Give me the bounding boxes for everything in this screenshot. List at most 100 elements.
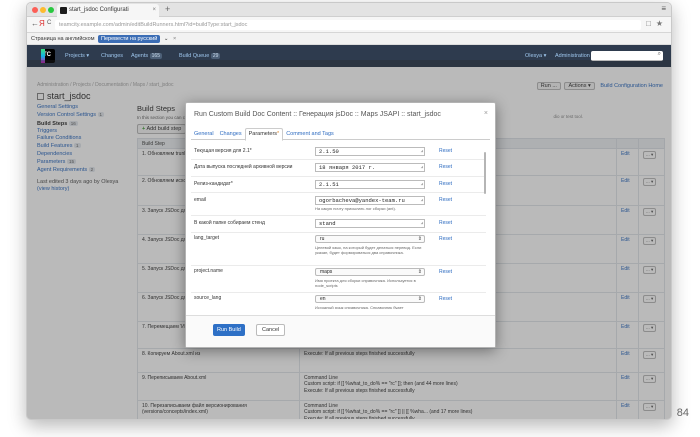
tab-comment-and-tags[interactable]: Comment and Tags (283, 129, 337, 140)
page-number: 84 (676, 407, 689, 419)
parameter-hint: На какую почту присылать лог сборки (ant… (315, 206, 396, 211)
reset-link[interactable]: Reset (439, 296, 452, 302)
address-bar: ← Я C teamcity.example.com/admin/editBui… (27, 17, 671, 33)
dialog-footer: Run Build Cancel (186, 315, 495, 347)
parameter-input[interactable]: ogorbacheva@yandex-team.ru ◢ (315, 196, 425, 205)
parameter-input[interactable]: 18 января 2017 г. ◢ (315, 163, 425, 172)
parameter-row: project.name maps ⇕ Имя проекта для сборки … (191, 266, 486, 293)
dialog-title: Run Custom Build Doc Content :: Генераци… (194, 111, 441, 118)
parameter-hint: Имя проекта для сборки справочника. Испо… (315, 278, 416, 289)
parameter-value: 2.1.50 (319, 148, 339, 155)
parameter-value: en (320, 296, 326, 302)
parameter-label: lang_target (194, 235, 220, 241)
reset-link[interactable]: Reset (439, 148, 452, 154)
run-build-button[interactable]: Run Build (213, 324, 245, 336)
tab-label: General (194, 131, 214, 137)
parameters-scrollbar[interactable] (484, 152, 486, 194)
tab-close-icon[interactable]: × (152, 4, 156, 17)
reset-link[interactable]: Reset (439, 181, 452, 187)
run-custom-build-dialog: Run Custom Build Doc Content :: Генераци… (185, 102, 496, 348)
parameter-label: project.name (194, 268, 223, 274)
parameter-row: Дата выпуска последней архивной версии 18… (191, 160, 486, 177)
user-menu[interactable]: Olesya ▾ (525, 53, 546, 59)
parameter-label: email (194, 197, 206, 203)
translate-button[interactable]: Перевести на русский (98, 35, 161, 43)
resize-handle-icon[interactable]: ◢ (421, 150, 423, 155)
reload-icon[interactable]: C (47, 20, 51, 26)
queue-count-badge: 29 (210, 53, 221, 59)
modified-marker: * (277, 131, 280, 137)
parameter-select[interactable]: en ⇕ (315, 295, 425, 303)
browser-tab[interactable]: start_jsdoc Configurati × (57, 4, 159, 17)
parameter-value: maps (320, 269, 333, 275)
tab-general[interactable]: General (191, 129, 217, 140)
tab-changes[interactable]: Changes (217, 129, 245, 140)
parameter-value: 18 января 2017 г. (319, 164, 376, 171)
close-icon[interactable]: × (484, 110, 488, 117)
parameter-select[interactable]: ru ⇕ (315, 235, 425, 243)
parameter-row: Текущая версия для 2.1* 2.1.50 ◢ Reset (191, 144, 486, 160)
browser-tab-bar: start_jsdoc Configurati × + ≡ (27, 3, 671, 17)
nav-changes[interactable]: Changes (101, 53, 123, 59)
url-field[interactable]: teamcity.example.com/admin/editBuildRunn… (55, 20, 641, 30)
reset-link[interactable]: Reset (439, 269, 452, 275)
reset-link[interactable]: Reset (439, 197, 452, 203)
bookmark-star-icon[interactable]: ★ (656, 19, 663, 28)
translate-options-icon[interactable]: ⌄ (164, 36, 169, 42)
parameter-row: В какой папке собираем стенд stand ◢ Reset (191, 216, 486, 233)
parameter-value: ru (320, 236, 325, 242)
parameter-row: lang_target ru ⇕ Целевой язык, на который б… (191, 233, 486, 266)
nav-administration[interactable]: Administration (555, 53, 590, 59)
back-icon[interactable]: ← (31, 19, 39, 28)
parameter-select[interactable]: maps ⇕ (315, 268, 425, 276)
reset-link[interactable]: Reset (439, 164, 452, 170)
tab-title: start_jsdoc Configurati (69, 7, 129, 13)
resize-handle-icon[interactable]: ◢ (421, 166, 423, 171)
tab-label: Comment and Tags (286, 131, 334, 137)
nav-agents[interactable]: Agents 165 (131, 53, 162, 59)
parameter-value: stand (319, 220, 336, 227)
yandex-icon[interactable]: Я (39, 19, 45, 28)
browser-menu-icon[interactable]: ≡ (661, 4, 666, 13)
reset-link[interactable]: Reset (439, 220, 452, 226)
parameter-hint: Исходный язык справочника. Справочник бу… (315, 305, 404, 309)
parameter-label: В какой папке собираем стенд (194, 220, 265, 226)
translate-close-icon[interactable]: × (173, 36, 176, 42)
parameter-input[interactable]: 2.1.50 ◢ (315, 147, 425, 156)
select-arrows-icon: ⇕ (417, 236, 422, 242)
maximize-window-button[interactable] (48, 7, 54, 13)
parameter-label: Текущая версия для 2.1* (194, 148, 252, 154)
parameter-hint: Целевой язык, на который будет делаться … (315, 245, 422, 256)
parameter-row: Релиз-кандидат* 2.1.51 ◢ Reset (191, 177, 486, 193)
extension-icon[interactable]: □ (646, 19, 651, 28)
resize-handle-icon[interactable]: ◢ (421, 199, 423, 204)
chevron-down-icon: ▾ (543, 53, 547, 59)
minimize-window-button[interactable] (40, 7, 46, 13)
new-tab-button[interactable]: + (165, 3, 170, 16)
select-arrows-icon: ⇕ (417, 296, 422, 302)
parameter-value: 2.1.51 (319, 181, 339, 188)
teamcity-favicon-icon (60, 7, 67, 14)
tab-parameters[interactable]: Parameters* (244, 128, 284, 141)
parameter-label: Релиз-кандидат* (194, 181, 233, 187)
parameters-panel: Текущая версия для 2.1* 2.1.50 ◢ Reset Дата … (191, 144, 486, 309)
parameter-input[interactable]: stand ◢ (315, 219, 425, 228)
nav-projects[interactable]: Projects ▾ (65, 53, 89, 59)
tab-label: Changes (219, 131, 242, 137)
tab-label: Parameters (248, 131, 278, 137)
parameter-label: source_lang (194, 295, 222, 301)
translate-bar: Страница на английском Перевести на русс… (27, 33, 671, 45)
agents-count-badge: 165 (149, 53, 162, 59)
cancel-button[interactable]: Cancel (256, 324, 286, 336)
resize-handle-icon[interactable]: ◢ (421, 183, 423, 188)
reset-link[interactable]: Reset (439, 236, 452, 242)
parameter-row: email ogorbacheva@yandex-team.ru ◢ На какую… (191, 193, 486, 216)
chevron-down-icon: ▾ (86, 53, 90, 59)
nav-build-queue[interactable]: Build Queue 29 (179, 53, 221, 59)
close-window-button[interactable] (32, 7, 38, 13)
parameter-input[interactable]: 2.1.51 ◢ (315, 180, 425, 189)
resize-handle-icon[interactable]: ◢ (421, 222, 423, 227)
translate-page-language: Страница на английском (31, 36, 95, 42)
dialog-tabs: General Changes Parameters* Comment and Tag… (191, 128, 490, 141)
parameter-row: source_lang en ⇕ Исходный язык справочника.… (191, 293, 486, 309)
